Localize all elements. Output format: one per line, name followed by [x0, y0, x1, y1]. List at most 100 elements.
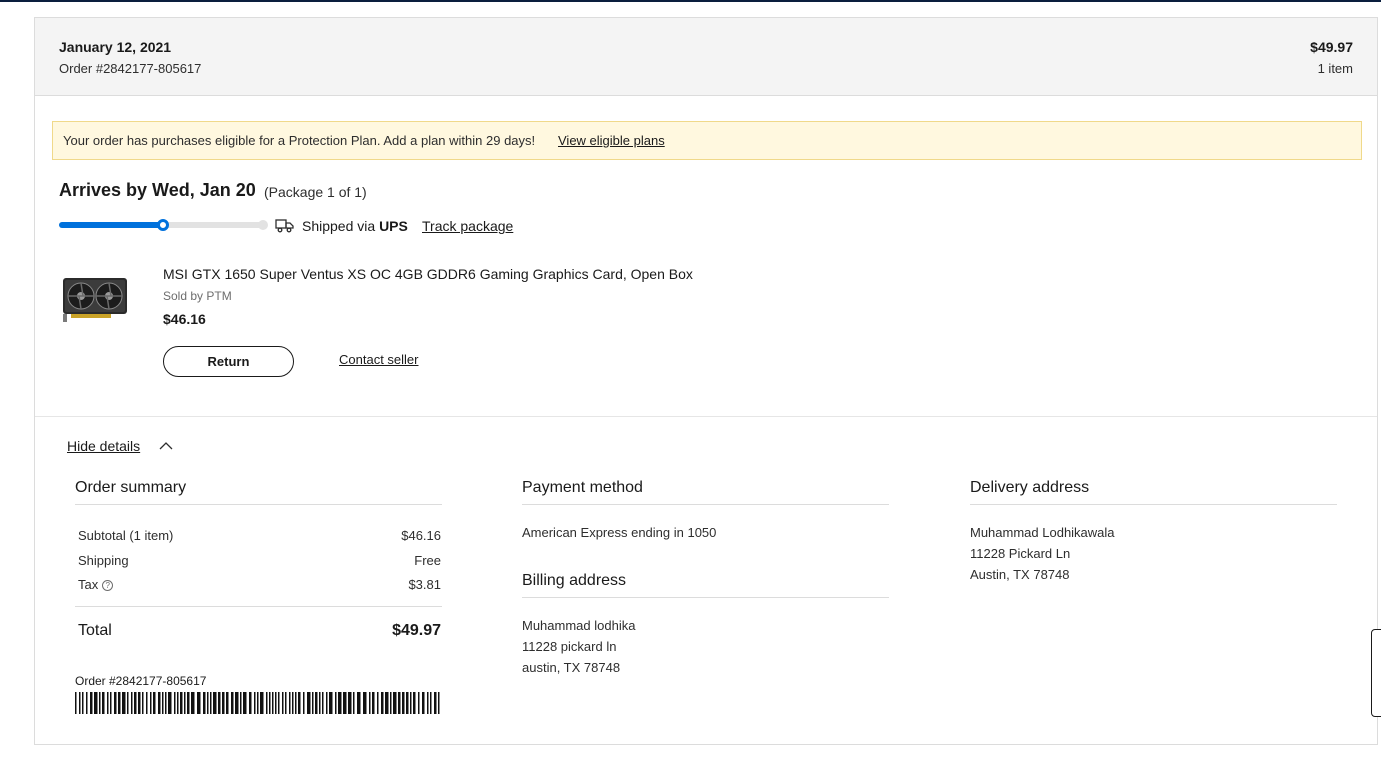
- barcode-bar: [312, 692, 314, 714]
- barcode-bar: [197, 692, 201, 714]
- tax-value: $3.81: [408, 577, 441, 592]
- side-scroll-handle[interactable]: [1371, 629, 1381, 717]
- graphics-card-image[interactable]: [61, 274, 131, 324]
- barcode-bar: [372, 692, 375, 714]
- barcode-bar: [422, 692, 425, 714]
- order-summary-title: Order summary: [75, 479, 187, 496]
- barcode-bar: [266, 692, 268, 714]
- barcode-bar: [282, 692, 284, 714]
- barcode-bar: [272, 692, 274, 714]
- barcode-bar: [118, 692, 121, 714]
- subtotal-label: Subtotal (1 item): [78, 528, 174, 543]
- barcode-bar: [335, 692, 337, 714]
- section-divider: [35, 416, 1377, 417]
- barcode-bar: [322, 692, 324, 714]
- return-button[interactable]: Return: [163, 346, 294, 377]
- product-price: $46.16: [163, 311, 206, 327]
- barcode-bar: [158, 692, 161, 714]
- billing-rule: [522, 597, 889, 598]
- protection-plan-banner: Your order has purchases eligible for a …: [52, 121, 1362, 160]
- barcode-bar: [326, 692, 328, 714]
- barcode-bar: [180, 692, 183, 714]
- delivery-city: Austin, TX 78748: [970, 567, 1070, 582]
- order-date: January 12, 2021: [59, 39, 172, 55]
- barcode-bar: [187, 692, 190, 714]
- shipment-progress-bar: [59, 219, 268, 231]
- barcode-bar: [307, 692, 311, 714]
- barcode-bar: [427, 692, 429, 714]
- barcode-bar: [402, 692, 405, 714]
- order-total: $49.97: [1310, 39, 1353, 55]
- barcode-bar: [218, 692, 221, 714]
- barcode-bar: [79, 692, 81, 714]
- barcode-bar: [254, 692, 256, 714]
- barcode-bar: [99, 692, 101, 714]
- order-card: January 12, 2021 Order #2842177-805617 $…: [34, 17, 1378, 745]
- barcode-order-number: Order #2842177-805617: [75, 674, 207, 688]
- barcode-bar: [165, 692, 167, 714]
- barcode-bar: [138, 692, 141, 714]
- barcode-bar: [90, 692, 93, 714]
- barcode-bar: [107, 692, 109, 714]
- billing-city: austin, TX 78748: [522, 660, 621, 675]
- billing-name: Muhammad lodhika: [522, 618, 636, 633]
- delivery-street: 11228 Pickard Ln: [970, 546, 1071, 561]
- order-header: January 12, 2021 Order #2842177-805617 $…: [35, 18, 1377, 96]
- barcode-bar: [275, 692, 277, 714]
- barcode-bar: [257, 692, 259, 714]
- barcode-bar: [150, 692, 152, 714]
- barcode-bar: [203, 692, 206, 714]
- barcode-bar: [207, 692, 209, 714]
- total-label: Total: [78, 622, 112, 639]
- barcode-bar: [357, 692, 361, 714]
- total-rule: [75, 606, 442, 607]
- progress-end-dot: [258, 220, 268, 230]
- barcode-bar: [235, 692, 239, 714]
- barcode-bar: [338, 692, 342, 714]
- barcode-bar: [348, 692, 352, 714]
- barcode-bar: [285, 692, 287, 714]
- chevron-up-icon[interactable]: [159, 441, 173, 450]
- top-accent-line: [0, 0, 1381, 2]
- payment-method-title: Payment method: [522, 479, 643, 496]
- barcode-bar: [102, 692, 105, 714]
- barcode-bar: [303, 692, 305, 714]
- product-name[interactable]: MSI GTX 1650 Super Ventus XS OC 4GB GDDR…: [163, 266, 693, 282]
- contact-seller-link[interactable]: Contact seller: [339, 352, 418, 367]
- info-icon[interactable]: ?: [102, 580, 114, 591]
- barcode-bar: [289, 692, 291, 714]
- barcode-bar: [353, 692, 355, 714]
- order-barcode: [75, 692, 440, 714]
- barcode-bar: [292, 692, 294, 714]
- barcode-bar: [398, 692, 401, 714]
- truck-icon: [275, 219, 294, 233]
- barcode-bar: [75, 692, 77, 714]
- barcode-bar: [430, 692, 432, 714]
- shipping-value: Free: [414, 553, 441, 568]
- barcode-bar: [243, 692, 247, 714]
- barcode-bar: [369, 692, 371, 714]
- barcode-bar: [269, 692, 271, 714]
- order-item-count: 1 item: [1317, 61, 1353, 76]
- barcode-bar: [390, 692, 392, 714]
- barcode-bar: [343, 692, 347, 714]
- barcode-bar: [298, 692, 301, 714]
- tax-label: Tax: [78, 577, 99, 592]
- barcode-bar: [153, 692, 156, 714]
- barcode-bar: [226, 692, 229, 714]
- barcode-bar: [131, 692, 133, 714]
- hide-details-toggle[interactable]: Hide details: [67, 438, 140, 454]
- barcode-bar: [146, 692, 148, 714]
- barcode-bar: [210, 692, 212, 714]
- barcode-bar: [114, 692, 117, 714]
- barcode-bar: [278, 692, 280, 714]
- carrier-name: UPS: [379, 218, 408, 234]
- track-package-link[interactable]: Track package: [422, 218, 513, 234]
- delivery-rule: [970, 504, 1337, 505]
- barcode-bar: [438, 692, 440, 714]
- banner-text: Your order has purchases eligible for a …: [63, 133, 536, 148]
- barcode-bar: [110, 692, 112, 714]
- barcode-bar: [82, 692, 84, 714]
- view-eligible-plans-link[interactable]: View eligible plans: [558, 133, 665, 148]
- barcode-bar: [381, 692, 384, 714]
